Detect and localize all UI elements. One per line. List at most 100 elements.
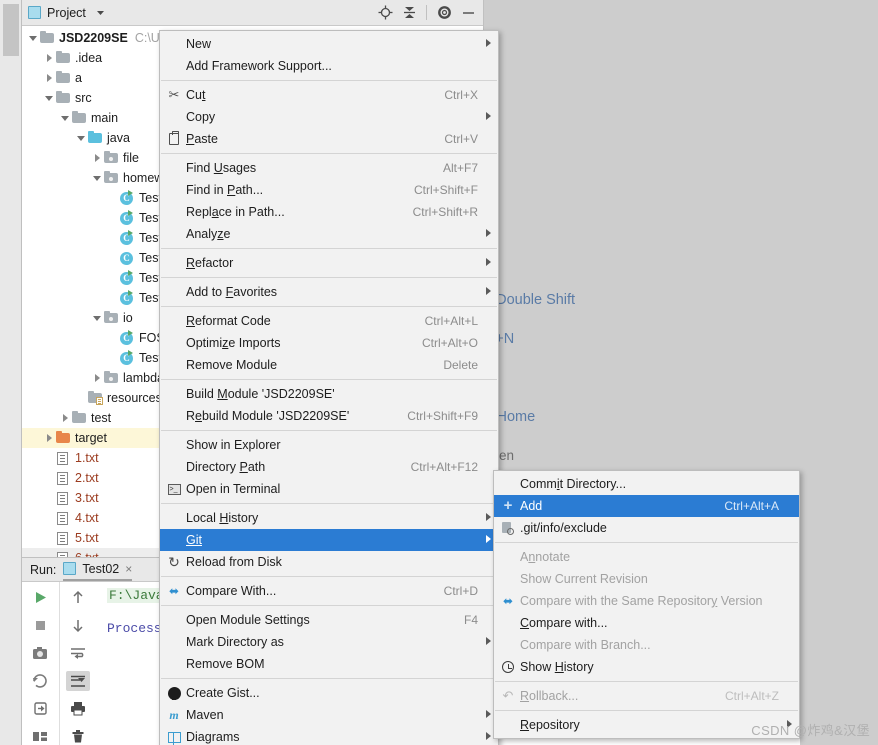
menu-item[interactable]: .git/info/exclude [494, 517, 799, 539]
export-icon[interactable] [28, 699, 52, 719]
menu-item[interactable]: Find Usages Alt+F7 [160, 157, 498, 179]
java-runnable-class-icon: C [119, 210, 135, 226]
menu-item[interactable]: Reformat Code Ctrl+Alt+L [160, 310, 498, 332]
menu-separator [161, 379, 497, 380]
menu-item[interactable]: Directory Path Ctrl+Alt+F12 [160, 456, 498, 478]
menu-item[interactable]: Compare with... [494, 612, 799, 634]
chevron-down-icon[interactable] [74, 132, 87, 145]
java-runnable-class-icon: C [119, 350, 135, 366]
menu-item[interactable]: Copy [160, 106, 498, 128]
locate-icon[interactable] [376, 4, 394, 22]
menu-item[interactable]: Optimize Imports Ctrl+Alt+O [160, 332, 498, 354]
print-icon[interactable] [66, 699, 90, 719]
chevron-down-icon[interactable] [26, 32, 39, 45]
tree-row-label: main [91, 111, 119, 125]
tool-window-stripe[interactable] [0, 0, 22, 745]
text-file-icon [55, 450, 71, 466]
menu-item[interactable]: Diagrams [160, 726, 498, 745]
gear-icon[interactable] [435, 4, 453, 22]
submenu-arrow-icon [478, 732, 492, 742]
menu-item[interactable]: Git [160, 529, 498, 551]
menu-item[interactable]: + Add Ctrl+Alt+A [494, 495, 799, 517]
tree-row-label: file [123, 151, 139, 165]
run-toolbar-right[interactable] [59, 582, 95, 745]
camera-icon[interactable] [28, 643, 52, 663]
menu-item[interactable]: Reload from Disk [160, 551, 498, 573]
menu-item[interactable]: Build Module 'JSD2209SE' [160, 383, 498, 405]
chevron-down-icon[interactable] [90, 312, 103, 325]
chevron-down-icon[interactable] [92, 4, 110, 22]
run-icon[interactable] [28, 588, 52, 608]
stop-icon[interactable] [28, 616, 52, 636]
menu-item[interactable]: Show in Explorer [160, 434, 498, 456]
menu-item[interactable]: Compare With... Ctrl+D [160, 580, 498, 602]
chevron-right-icon[interactable] [42, 432, 55, 445]
terminal-icon: >_ [164, 483, 184, 495]
soft-wrap-icon[interactable] [66, 643, 90, 663]
menu-item[interactable]: Open Module Settings F4 [160, 609, 498, 631]
menu-item[interactable]: Cut Ctrl+X [160, 84, 498, 106]
menu-item[interactable]: Find in Path... Ctrl+Shift+F [160, 179, 498, 201]
menu-item-label: Add [520, 499, 543, 513]
trash-icon[interactable] [66, 726, 90, 745]
rollback-icon [498, 688, 518, 704]
menu-item[interactable]: New [160, 33, 498, 55]
submenu-arrow-icon [478, 710, 492, 720]
tree-row-label: 4.txt [75, 511, 99, 525]
menu-item[interactable]: Commit Directory... [494, 473, 799, 495]
java-runnable-class-icon: C [119, 270, 135, 286]
menu-item[interactable]: m Maven [160, 704, 498, 726]
stripe-tab-project[interactable] [3, 4, 19, 56]
menu-item-label: Annotate [520, 550, 571, 564]
stripe-tab-favorites[interactable] [3, 200, 19, 250]
scroll-up-icon[interactable] [66, 588, 90, 608]
collapse-all-icon[interactable] [400, 4, 418, 22]
rerun-failed-icon[interactable] [28, 671, 52, 691]
menu-item-label: Refactor [186, 256, 234, 270]
run-tab[interactable]: Test02 × [63, 562, 133, 581]
exclude-icon [498, 521, 518, 535]
menu-item[interactable]: Create Gist... [160, 682, 498, 704]
menu-separator [161, 678, 497, 679]
java-class-icon: C [119, 250, 135, 266]
chevron-down-icon[interactable] [58, 112, 71, 125]
chevron-right-icon[interactable] [42, 52, 55, 65]
menu-item[interactable]: Add to Favorites [160, 281, 498, 303]
chevron-right-icon[interactable] [90, 152, 103, 165]
text-file-icon [55, 470, 71, 486]
layout-icon[interactable] [28, 726, 52, 745]
chevron-down-icon[interactable] [90, 172, 103, 185]
menu-item-shortcut: Ctrl+Alt+O [421, 336, 478, 350]
chevron-right-icon[interactable] [90, 372, 103, 385]
menu-item[interactable]: Rebuild Module 'JSD2209SE' Ctrl+Shift+F9 [160, 405, 498, 427]
menu-item[interactable]: >_ Open in Terminal [160, 478, 498, 500]
menu-item-label: Maven [186, 708, 224, 722]
menu-item: Annotate [494, 546, 799, 568]
close-icon[interactable]: × [125, 562, 132, 576]
scroll-down-icon[interactable] [66, 616, 90, 636]
scroll-to-end-icon[interactable] [65, 671, 90, 691]
menu-item[interactable]: Replace in Path... Ctrl+Shift+R [160, 201, 498, 223]
menu-item[interactable]: Show History [494, 656, 799, 678]
menu-item[interactable]: Add Framework Support... [160, 55, 498, 77]
menu-item-label: Optimize Imports [186, 336, 281, 350]
menu-item[interactable]: Remove BOM [160, 653, 498, 675]
menu-item[interactable]: Mark Directory as [160, 631, 498, 653]
menu-item-label: Remove Module [186, 358, 278, 372]
project-context-menu[interactable]: New Add Framework Support... Cut Ctrl+X Copy… [159, 30, 499, 745]
menu-item-label: Cut [186, 88, 206, 102]
minimize-icon[interactable] [459, 4, 477, 22]
menu-item-label: Add to Favorites [186, 285, 278, 299]
run-toolbar-left[interactable] [22, 582, 58, 745]
menu-item[interactable]: Local History [160, 507, 498, 529]
chevron-down-icon[interactable] [42, 92, 55, 105]
menu-item[interactable]: Refactor [160, 252, 498, 274]
menu-item[interactable]: Paste Ctrl+V [160, 128, 498, 150]
menu-item: Rollback... Ctrl+Alt+Z [494, 685, 799, 707]
chevron-right-icon[interactable] [58, 412, 71, 425]
menu-item[interactable]: Remove Module Delete [160, 354, 498, 376]
git-submenu[interactable]: Commit Directory... + Add Ctrl+Alt+A .git/in… [493, 470, 800, 739]
chevron-right-icon[interactable] [42, 72, 55, 85]
stripe-tab-structure[interactable] [3, 110, 19, 170]
menu-item[interactable]: Analyze [160, 223, 498, 245]
